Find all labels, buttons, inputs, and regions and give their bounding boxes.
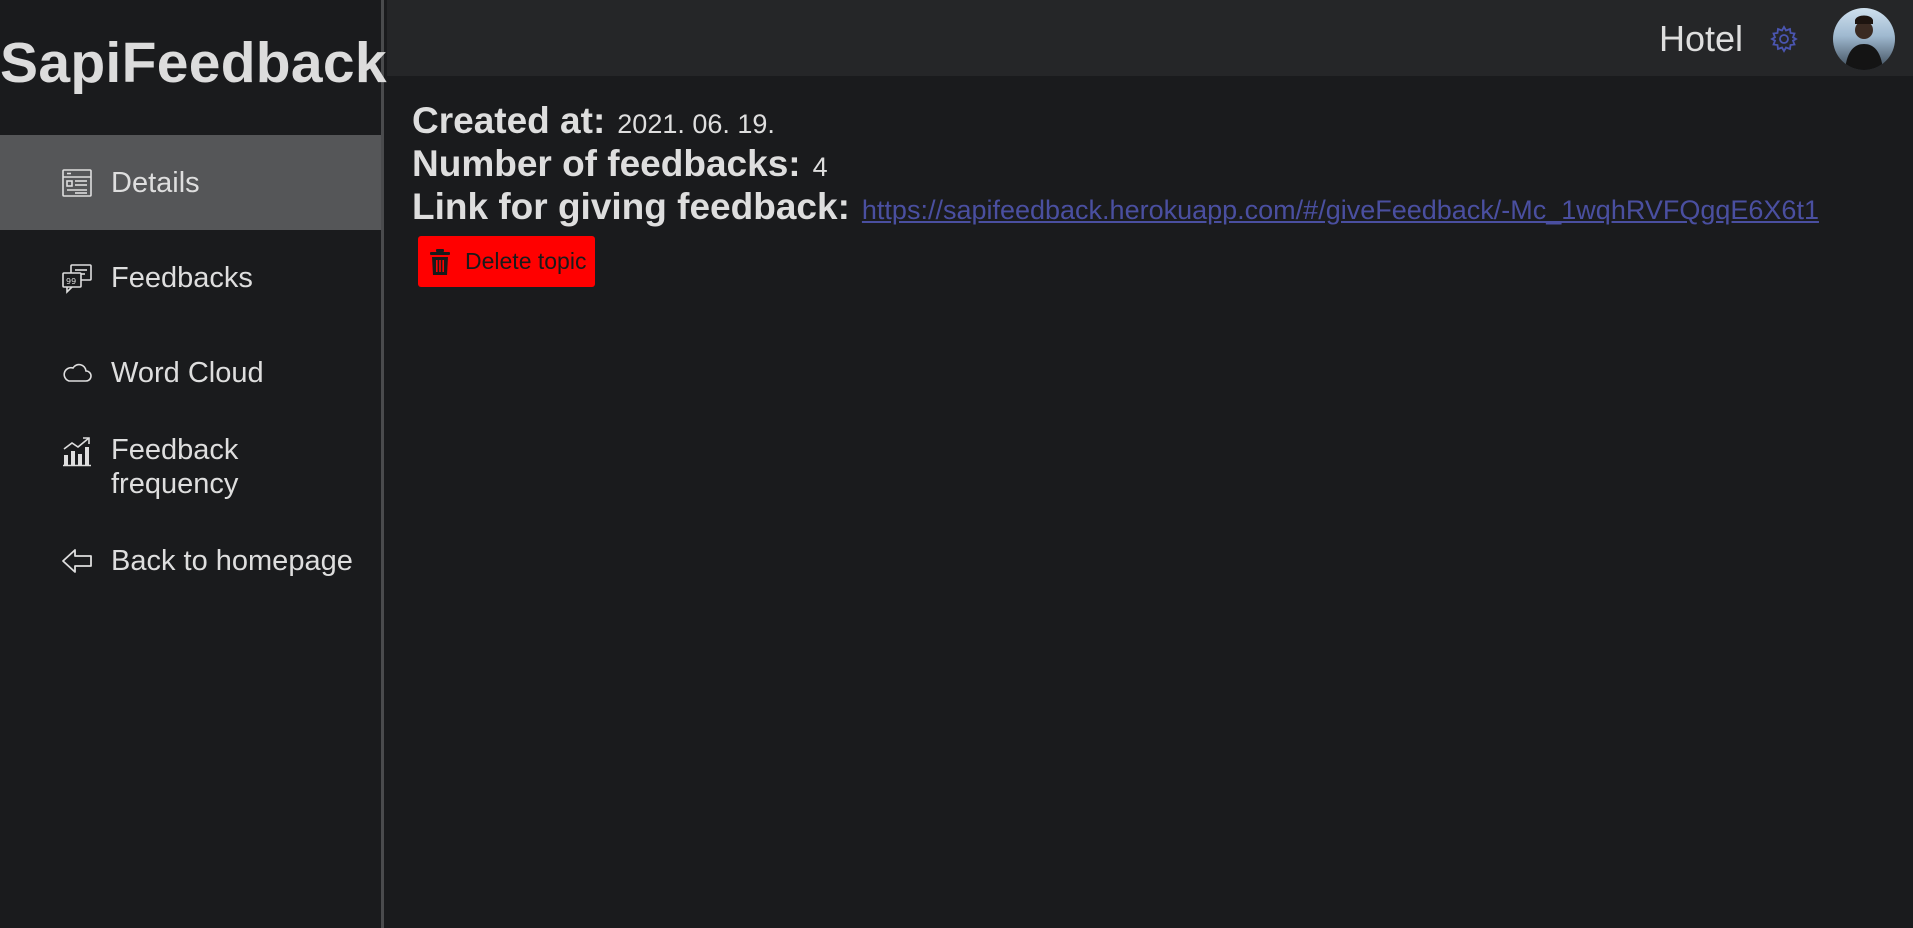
brand-logo[interactable]: SapiFeedback <box>0 30 387 96</box>
avatar[interactable] <box>1833 8 1895 70</box>
topic-details: Created at: 2021. 06. 19. Number of feed… <box>412 100 1892 287</box>
sidebar-nav: Details 99 Feedbacks Word Cloud Feedback… <box>0 135 381 608</box>
sidebar-item-word-cloud[interactable]: Word Cloud <box>0 325 381 420</box>
feedback-count-label: Number of feedbacks: <box>412 143 801 184</box>
delete-topic-button[interactable]: Delete topic <box>418 236 595 287</box>
feedback-link[interactable]: https://sapifeedback.herokuapp.com/#/giv… <box>862 195 1819 226</box>
topbar: Hotel <box>387 0 1913 76</box>
feedback-count-value: 4 <box>812 152 828 182</box>
created-at-label: Created at: <box>412 100 606 141</box>
topic-name: Hotel <box>1658 18 1743 59</box>
cloud-icon <box>60 356 94 390</box>
feedbacks-icon: 99 <box>60 261 94 295</box>
svg-text:99: 99 <box>66 277 76 286</box>
feedback-count-row: Number of feedbacks: 4 <box>412 143 1892 186</box>
sidebar-item-details[interactable]: Details <box>0 135 381 230</box>
sidebar-item-label: Feedback frequency <box>111 433 239 500</box>
feedback-link-row: Link for giving feedback: https://sapife… <box>412 186 1892 229</box>
details-icon <box>60 166 94 200</box>
sidebar-item-back-to-homepage[interactable]: Back to homepage <box>0 513 381 608</box>
delete-topic-label: Delete topic <box>465 248 587 274</box>
arrow-left-icon <box>60 544 94 578</box>
sidebar-item-label: Details <box>111 166 200 199</box>
sidebar-item-feedbacks[interactable]: 99 Feedbacks <box>0 230 381 325</box>
created-at-row: Created at: 2021. 06. 19. <box>412 100 1892 143</box>
sidebar-item-feedback-frequency[interactable]: Feedback frequency <box>0 420 381 513</box>
sidebar-item-label: Back to homepage <box>111 544 353 577</box>
app-root: SapiFeedback Details 99 Feedbacks Word C… <box>0 0 1913 928</box>
chart-icon <box>60 434 94 468</box>
created-at-value: 2021. 06. 19. <box>617 109 775 139</box>
gear-icon[interactable] <box>1769 24 1799 54</box>
trash-icon <box>428 248 452 276</box>
sidebar-item-label: Word Cloud <box>111 356 264 389</box>
sidebar-item-label: Feedbacks <box>111 261 253 294</box>
feedback-link-label: Link for giving feedback: <box>412 186 850 227</box>
sidebar: SapiFeedback Details 99 Feedbacks Word C… <box>0 0 387 928</box>
